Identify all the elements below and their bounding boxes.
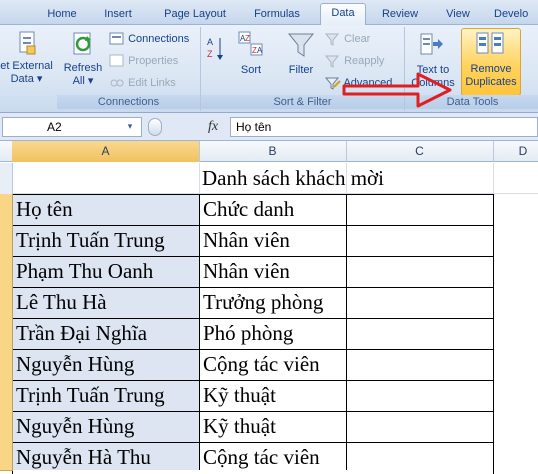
row-header[interactable] [0,163,13,195]
sort-button[interactable]: AZ ZA Sort [231,30,271,77]
cell-a8[interactable]: Trịnh Tuấn Trung [13,380,201,411]
edit-links-button[interactable]: Edit Links [109,74,176,92]
remove-duplicates-icon [476,32,504,54]
cell-a9[interactable]: Nguyễn Hùng [13,411,201,442]
insert-function-button[interactable]: fx [208,118,228,136]
row-header[interactable] [0,380,13,412]
tab-insert[interactable]: Insert [92,5,144,25]
tab-view[interactable]: View [436,5,480,25]
cell-a10[interactable]: Nguyễn Hà Thu [13,442,201,473]
properties-icon [109,54,124,67]
cell-a6[interactable]: Trần Đại Nghĩa [13,318,201,349]
filter-label: Filter [288,64,314,76]
advanced-filter-icon [325,77,341,90]
column-headers: A B C D [0,141,538,162]
column-header-c[interactable]: C [346,141,494,162]
cell-a7[interactable]: Nguyễn Hùng [13,349,201,380]
row-header[interactable] [0,318,13,350]
cell-b4[interactable]: Nhân viên [200,256,348,287]
connections-group: Refresh All ▾ Connections Properties Edi… [57,27,201,111]
cell-b9[interactable]: Kỹ thuật [200,411,348,442]
edit-links-label: Edit Links [128,77,176,89]
properties-label: Properties [128,55,179,67]
tab-page-layout[interactable]: Page Layout [156,5,234,25]
filter-funnel-icon [287,33,315,57]
connections-button[interactable]: Connections [109,30,189,48]
column-header-b[interactable]: B [199,141,347,162]
row-header[interactable] [0,287,13,319]
tab-data[interactable]: Data [320,3,366,27]
clear-label: Clear [344,33,371,45]
get-external-data-button[interactable]: et External Data ▾ [0,30,57,86]
svg-text:A: A [257,46,263,55]
ribbon-tab-bar: Home Insert Page Layout Formulas Data Re… [0,0,538,27]
cell-a4[interactable]: Phạm Thu Oanh [13,256,201,287]
row-header[interactable] [0,349,13,381]
connections-group-label: Connections [57,95,200,109]
column-header-a[interactable]: A [12,141,200,162]
get-external-data-group: et External Data ▾ [0,27,57,111]
remove-duplicates-button[interactable]: Remove Duplicates [461,28,521,96]
get-external-data-label-2: Data ▾ [10,73,43,85]
annotation-arrow-icon [342,72,452,108]
cell-b7[interactable]: Cộng tác viên [200,349,348,380]
cell-a3[interactable]: Trịnh Tuấn Trung [13,225,201,256]
refresh-label-2: All ▾ [72,75,94,87]
svg-text:A: A [207,37,213,47]
connections-label: Connections [128,33,190,45]
reapply-icon [325,55,340,68]
properties-button[interactable]: Properties [109,52,178,70]
refresh-label: Refresh [63,62,103,74]
name-box-dropdown-icon[interactable]: ▾ [124,121,136,133]
cell-b3[interactable]: Nhân viên [200,225,348,256]
text-to-columns-icon [420,33,443,55]
cell-a5[interactable]: Lê Thu Hà [13,287,201,318]
sort-label: Sort [240,64,262,76]
formula-bar-splitter[interactable] [148,118,162,136]
sort-az-icon: AZ [207,37,223,60]
edit-links-icon [110,79,124,87]
cell-a2[interactable]: Họ tên [13,194,201,225]
tab-formulas[interactable]: Formulas [244,5,310,25]
cell-b8[interactable]: Kỹ thuật [200,380,348,411]
tab-home[interactable]: Home [36,5,88,25]
row-header[interactable] [0,442,13,471]
remove-duplicates-label: Remove [470,63,512,75]
row-header[interactable] [0,256,13,288]
svg-text:Z: Z [207,49,213,59]
sort-ascending-button[interactable]: AZ [206,36,224,60]
sort-icon: AZ ZA [238,31,263,56]
clear-filter-icon [325,33,340,46]
remove-duplicates-label-2: Duplicates [465,76,517,88]
get-external-data-label: et External [0,60,53,72]
row-header[interactable] [0,194,13,226]
filter-button[interactable]: Filter [281,30,321,77]
cell-b6[interactable]: Phó phòng [200,318,348,349]
svg-text:Z: Z [245,34,250,43]
tab-developer[interactable]: Develo [494,5,538,25]
cell-b5[interactable]: Trưởng phòng [200,287,348,318]
cell-b10[interactable]: Cộng tác viên [200,442,348,473]
name-box[interactable]: A2 [2,117,142,137]
cell-b2[interactable]: Chức danh [200,194,348,225]
table-title[interactable]: Danh sách khách mời [199,163,502,194]
column-header-d[interactable]: D [493,141,538,162]
refresh-icon [73,32,91,55]
formula-input[interactable]: Họ tên [230,117,538,137]
clear-button[interactable]: Clear [325,30,370,48]
row-header[interactable] [0,225,13,257]
refresh-all-button[interactable]: Refresh All ▾ [61,30,105,88]
row-header[interactable] [0,411,13,443]
tab-review[interactable]: Review [375,5,425,25]
connections-icon [109,32,124,45]
external-data-icon [19,31,35,55]
worksheet-grid[interactable]: Danh sách khách mời Họ tên Chức danh Trị… [0,163,538,474]
